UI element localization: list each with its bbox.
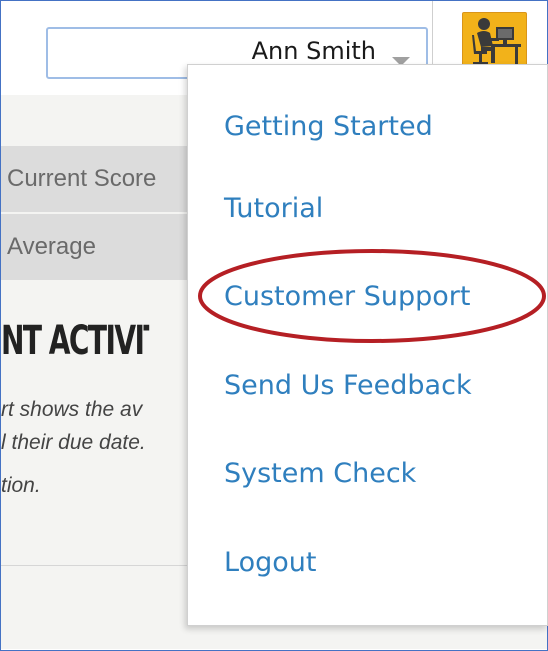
activity-section-title: NT ACTIVITY bbox=[1, 318, 149, 364]
menu-item-logout[interactable]: Logout bbox=[224, 547, 316, 578]
average-label: Average bbox=[7, 233, 96, 260]
person-at-desk-icon[interactable] bbox=[462, 12, 527, 70]
menu-item-send-feedback[interactable]: Send Us Feedback bbox=[224, 370, 472, 401]
current-score-row[interactable]: Current Score bbox=[1, 146, 188, 212]
activity-description-line: l their due date. bbox=[1, 431, 146, 454]
menu-item-tutorial[interactable]: Tutorial bbox=[224, 193, 323, 224]
user-dropdown-menu: Getting Started Tutorial Customer Suppor… bbox=[187, 64, 548, 626]
average-row[interactable]: Average bbox=[1, 214, 188, 280]
menu-item-getting-started[interactable]: Getting Started bbox=[224, 111, 433, 142]
user-name: Ann Smith bbox=[251, 37, 376, 65]
menu-item-system-check[interactable]: System Check bbox=[224, 458, 416, 489]
current-score-label: Current Score bbox=[7, 165, 157, 192]
activity-description-line: rt shows the av bbox=[1, 398, 143, 421]
menu-item-customer-support[interactable]: Customer Support bbox=[224, 281, 470, 312]
section-divider bbox=[1, 565, 191, 566]
activity-description-line: tion. bbox=[1, 474, 41, 497]
